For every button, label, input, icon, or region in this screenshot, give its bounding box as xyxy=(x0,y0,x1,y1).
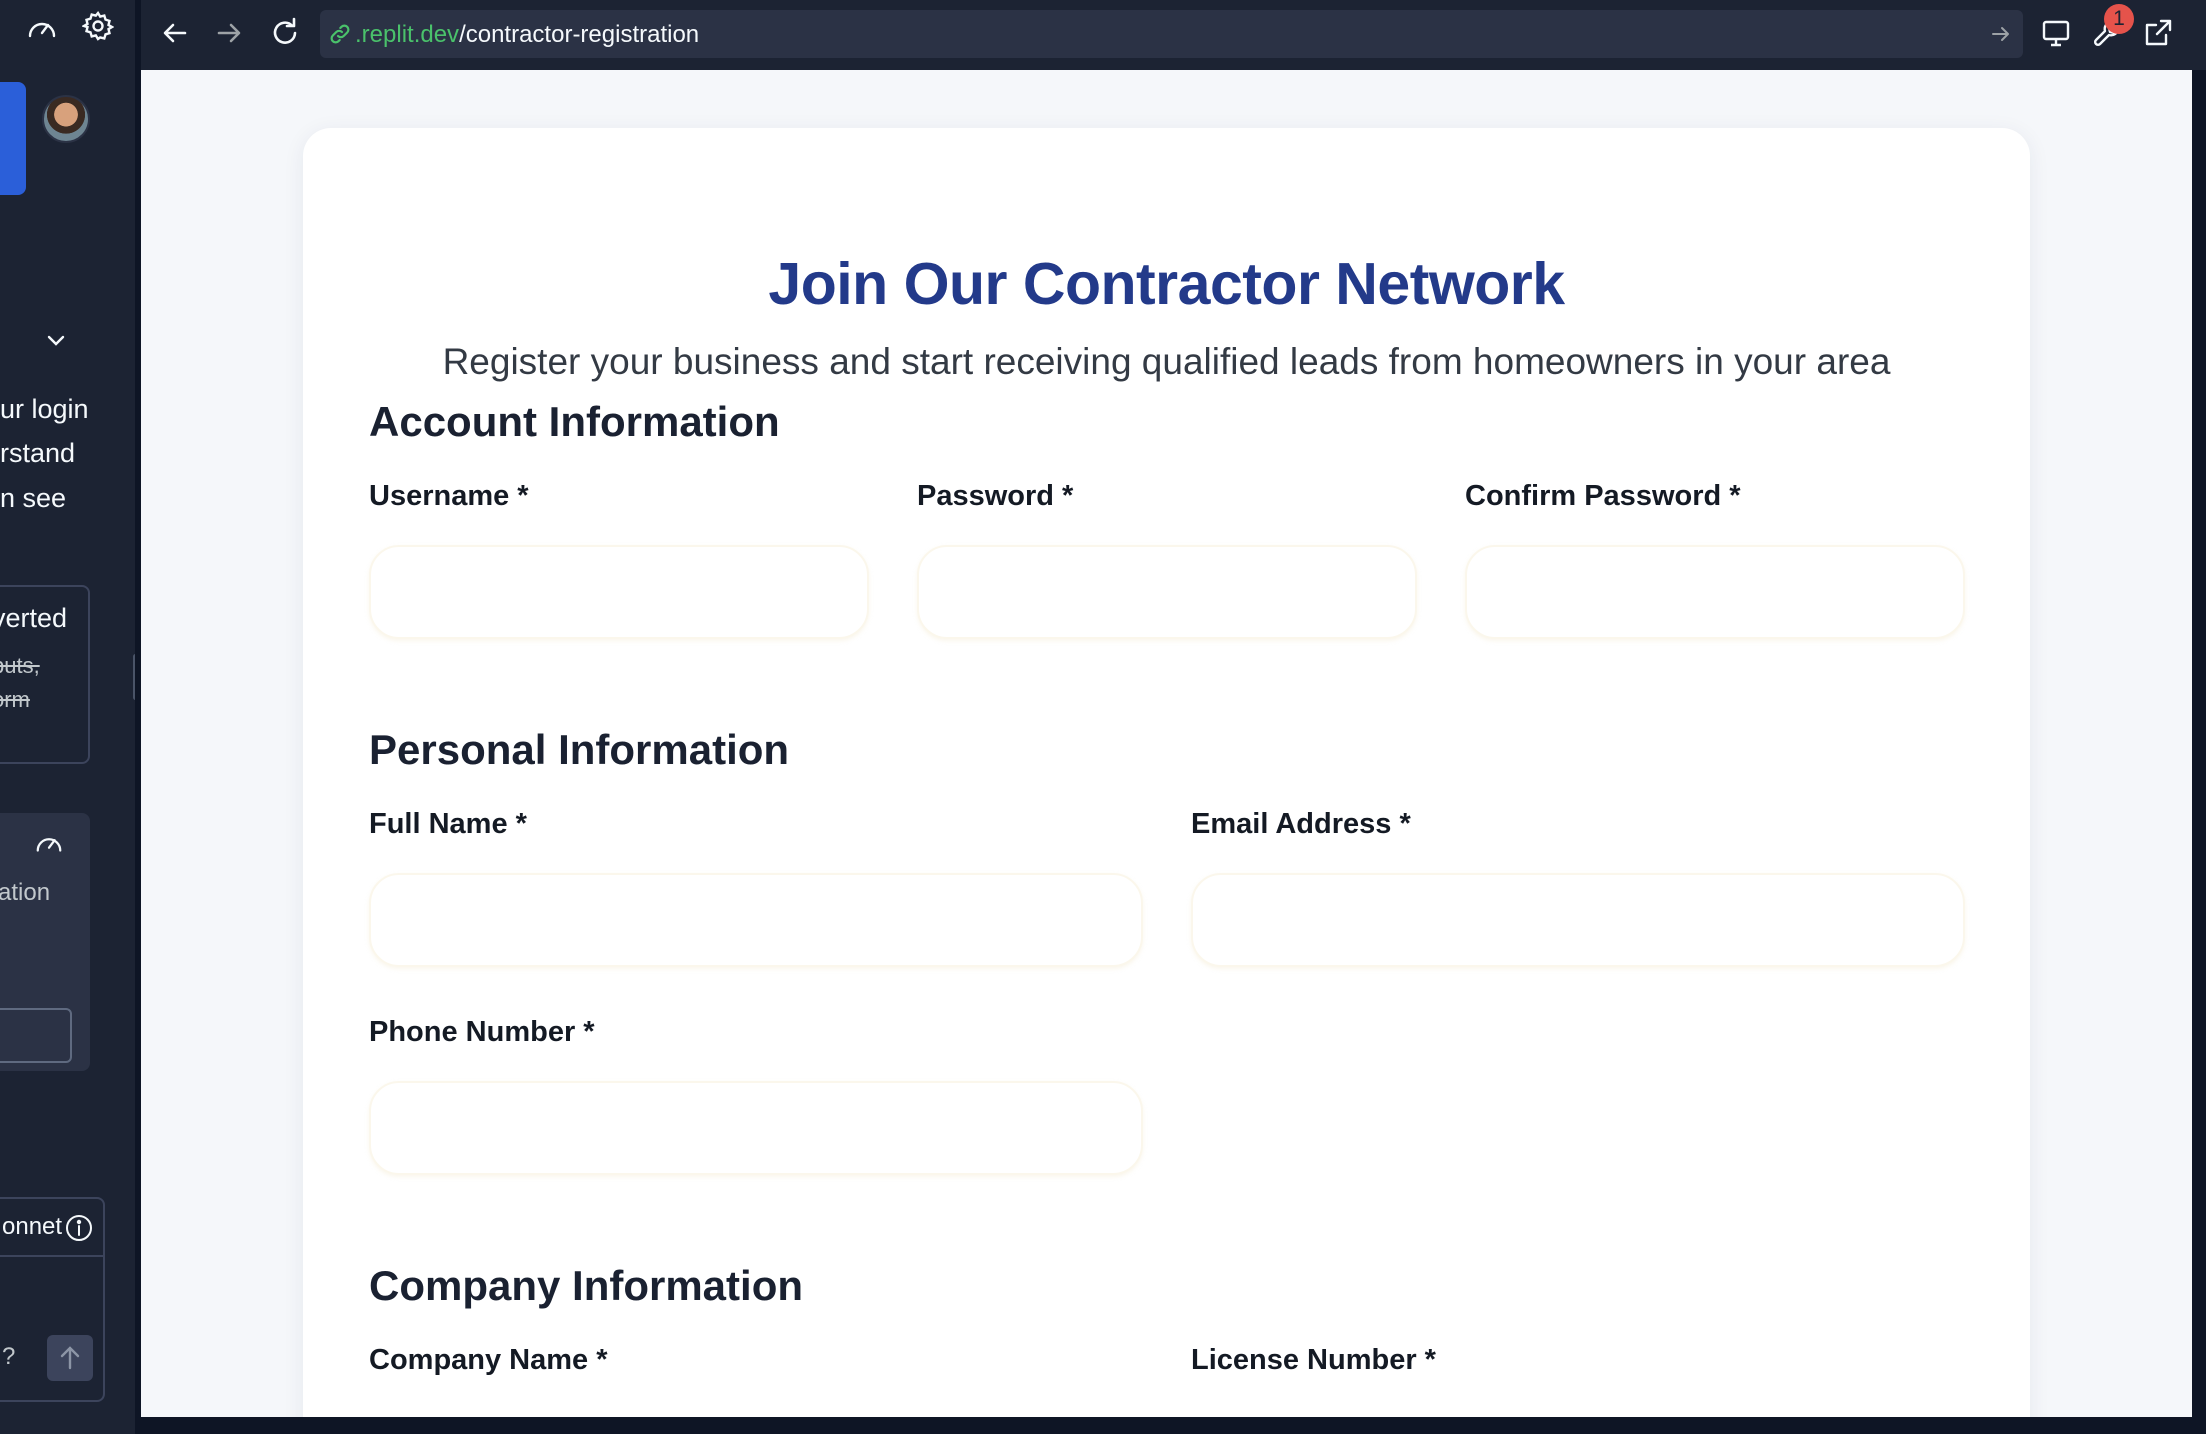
back-arrow-icon[interactable] xyxy=(158,16,192,50)
url-text[interactable]: .replit.dev/contractor-registration xyxy=(355,21,699,49)
model-selector[interactable]: onnet xyxy=(0,1199,105,1257)
section-title-account: Account Information xyxy=(369,398,780,445)
username-input[interactable] xyxy=(369,545,869,639)
speedometer-icon xyxy=(34,829,64,857)
forward-arrow-icon[interactable] xyxy=(212,16,246,50)
chat-message-line: ur login xyxy=(0,394,89,424)
password-input[interactable] xyxy=(917,545,1417,639)
chat-input-text[interactable]: ? xyxy=(2,1343,15,1371)
email-input[interactable] xyxy=(1191,873,1965,967)
password-label: Password * xyxy=(917,480,1074,512)
active-panel-indicator[interactable] xyxy=(0,82,26,195)
send-button[interactable] xyxy=(47,1335,93,1381)
go-arrow-icon[interactable] xyxy=(1989,22,2013,46)
speedometer-icon[interactable] xyxy=(26,14,58,42)
phone-label: Phone Number * xyxy=(369,1016,595,1048)
webview-card: ration xyxy=(0,813,90,1071)
chat-input-panel: onnet ? xyxy=(0,1197,105,1402)
full-name-input[interactable] xyxy=(369,873,1143,967)
page-viewport: Join Our Contractor Network Register you… xyxy=(141,70,2192,1417)
checkpoint-card-title: verted xyxy=(0,603,68,633)
info-icon[interactable] xyxy=(64,1213,94,1243)
checkpoint-card-strikethrough: puts, xyxy=(0,653,40,678)
window-bottom-edge xyxy=(141,1417,2206,1434)
full-name-label: Full Name * xyxy=(369,808,527,840)
workspace-sidebar: ur login rstand n see verted puts, orm r… xyxy=(0,0,135,1434)
registration-form: Join Our Contractor Network Register you… xyxy=(303,128,2030,1417)
checkpoint-card-strikethrough: orm xyxy=(0,687,30,712)
phone-input[interactable] xyxy=(369,1081,1143,1175)
username-label: Username * xyxy=(369,480,529,512)
section-title-personal: Personal Information xyxy=(369,726,790,773)
checkpoint-card[interactable]: verted puts, orm xyxy=(0,585,90,764)
webview-card-label: ration xyxy=(0,879,51,906)
url-path: /contractor-registration xyxy=(459,21,700,48)
monitor-icon[interactable] xyxy=(2039,16,2073,50)
page-subtitle: Register your business and start receivi… xyxy=(442,341,1891,382)
url-bar[interactable]: .replit.dev/contractor-registration xyxy=(320,10,2023,58)
gear-icon[interactable] xyxy=(81,10,115,42)
chat-message-line: n see xyxy=(0,483,67,513)
section-title-company: Company Information xyxy=(369,1262,804,1309)
company-name-label: Company Name * xyxy=(369,1344,608,1376)
open-new-tab-icon[interactable] xyxy=(2141,16,2175,50)
webview-card-button[interactable] xyxy=(0,1008,72,1063)
reload-icon[interactable] xyxy=(268,16,302,50)
chevron-down-icon[interactable] xyxy=(44,328,68,352)
url-domain: .replit.dev xyxy=(355,21,460,48)
avatar[interactable] xyxy=(42,95,90,143)
email-label: Email Address * xyxy=(1191,808,1411,840)
resize-handle[interactable] xyxy=(133,654,135,700)
confirm-password-label: Confirm Password * xyxy=(1465,480,1741,512)
model-name: onnet xyxy=(2,1213,63,1240)
page-title: Join Our Contractor Network xyxy=(768,251,1565,317)
confirm-password-input[interactable] xyxy=(1465,545,1965,639)
browser-toolbar: .replit.dev/contractor-registration 1 xyxy=(141,0,2206,70)
link-icon xyxy=(328,22,352,46)
notification-badge: 1 xyxy=(2104,4,2134,34)
license-number-label: License Number * xyxy=(1191,1344,1436,1376)
chat-message-line: rstand xyxy=(0,438,76,468)
